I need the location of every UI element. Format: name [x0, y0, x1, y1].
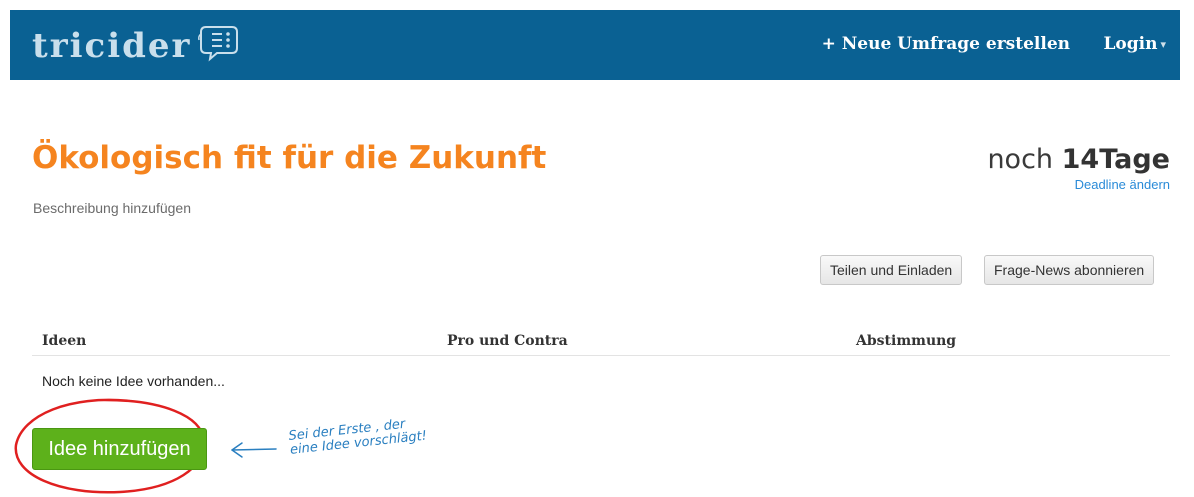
- speech-bubble-icon: [197, 24, 241, 67]
- deadline-panel: noch 14Tage Deadline ändern: [987, 145, 1170, 192]
- column-header-pro-contra: Pro und Contra: [447, 333, 568, 349]
- add-description-link[interactable]: Beschreibung hinzufügen: [33, 200, 191, 216]
- empty-ideas-message: Noch keine Idee vorhanden...: [42, 373, 225, 389]
- handwritten-hint: Sei der Erste , der eine Idee vorschlägt…: [288, 416, 428, 458]
- share-invite-button[interactable]: Teilen und Einladen: [820, 255, 963, 285]
- caret-down-icon: ▾: [1160, 38, 1166, 51]
- column-header-vote: Abstimmung: [856, 333, 957, 349]
- new-poll-link[interactable]: + Neue Umfrage erstellen: [822, 34, 1070, 54]
- table-header-divider: [32, 355, 1170, 356]
- countdown-number: 14: [1061, 144, 1100, 175]
- days-remaining: noch 14Tage: [987, 145, 1170, 175]
- arrow-left-icon: [231, 442, 277, 458]
- add-idea-button[interactable]: Idee hinzufügen: [32, 428, 207, 470]
- question-title: Ökologisch fit für die Zukunft: [32, 140, 547, 176]
- change-deadline-link[interactable]: Deadline ändern: [987, 177, 1170, 192]
- column-header-ideas: Ideen: [42, 333, 87, 349]
- countdown-prefix: noch: [987, 144, 1054, 175]
- login-menu[interactable]: Login ▾: [1103, 34, 1166, 54]
- tricider-logo[interactable]: tricider: [32, 24, 241, 67]
- login-label: Login: [1103, 34, 1158, 54]
- top-navbar: tricider + Neue Umfrage erstellen Login ▾: [10, 10, 1180, 80]
- logo-text: tricider: [32, 25, 192, 66]
- subscribe-news-button[interactable]: Frage-News abonnieren: [984, 255, 1155, 285]
- countdown-unit: Tage: [1099, 144, 1170, 175]
